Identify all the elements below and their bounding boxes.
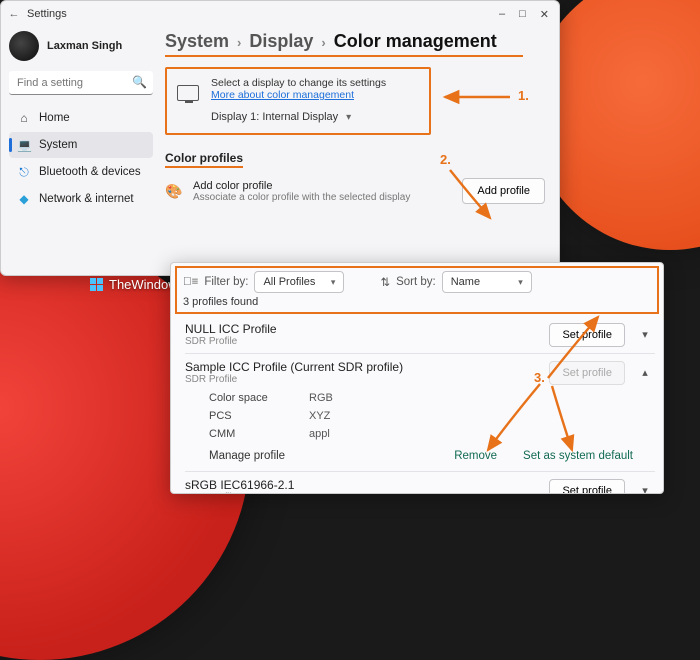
set-profile-button[interactable]: Set profile: [549, 479, 625, 495]
display-icon: [177, 85, 199, 101]
windows-logo-icon: [90, 278, 103, 291]
chevron-down-icon: ▾: [518, 277, 523, 288]
set-profile-button-disabled: Set profile: [549, 361, 625, 385]
detail-label: CMM: [209, 428, 309, 440]
search-icon: 🔍: [132, 75, 147, 89]
display-dropdown-value: Display 1: Internal Display: [211, 111, 338, 123]
profile-row: NULL ICC Profile SDR Profile Set profile…: [185, 316, 655, 354]
profile-sub: SDR Profile: [185, 492, 294, 494]
sort-dropdown[interactable]: Name ▾: [442, 271, 532, 293]
more-about-link[interactable]: More about color management: [211, 89, 386, 101]
profile-details: Color spaceRGB PCSXYZ CMMappl: [185, 385, 655, 445]
bluetooth-icon: ⎋: [17, 165, 31, 180]
chevron-right-icon: ›: [321, 35, 325, 50]
set-default-link[interactable]: Set as system default: [523, 450, 633, 462]
system-icon: 💻: [17, 138, 31, 152]
profiles-count: 3 profiles found: [183, 296, 651, 308]
sort-label: Sort by:: [396, 276, 436, 288]
sidebar-item-label: Bluetooth & devices: [39, 166, 141, 178]
add-profile-title: Add color profile: [193, 180, 410, 192]
profile-row: sRGB IEC61966-2.1 SDR Profile Set profil…: [185, 472, 655, 494]
sort-icon: ⇅: [380, 275, 390, 289]
display-dropdown[interactable]: Display 1: Internal Display ▾: [211, 111, 386, 123]
palette-icon: 🎨: [165, 183, 183, 200]
filter-dropdown[interactable]: All Profiles ▾: [254, 271, 344, 293]
filter-value: All Profiles: [263, 276, 315, 288]
profile-sub: SDR Profile: [185, 336, 277, 347]
detail-label: Color space: [209, 392, 309, 404]
chevron-down-icon[interactable]: ▾: [635, 328, 655, 341]
user-name: Laxman Singh: [47, 40, 122, 52]
display-selector-box: Select a display to change its settings …: [165, 67, 431, 135]
chevron-up-icon[interactable]: ▴: [635, 366, 655, 379]
sidebar-item-label: Network & internet: [39, 193, 134, 205]
breadcrumb-system[interactable]: System: [165, 31, 229, 52]
profile-name: Sample ICC Profile (Current SDR profile): [185, 360, 403, 374]
minimize-icon[interactable]: –: [499, 8, 505, 21]
filter-icon: ≡: [183, 276, 198, 288]
sidebar-item-bluetooth[interactable]: ⎋ Bluetooth & devices: [9, 159, 153, 185]
chevron-down-icon[interactable]: ▾: [635, 484, 655, 494]
main-panel: System › Display › Color management Sele…: [161, 27, 559, 275]
chevron-down-icon: ▾: [331, 277, 336, 288]
sidebar-item-home[interactable]: ⌂ Home: [9, 105, 153, 131]
wifi-icon: ◆: [17, 192, 31, 206]
display-selector-caption: Select a display to change its settings: [211, 77, 386, 89]
sidebar-item-label: System: [39, 139, 77, 151]
add-profile-row: 🎨 Add color profile Associate a color pr…: [165, 178, 545, 204]
add-profile-button[interactable]: Add profile: [462, 178, 545, 204]
breadcrumb: System › Display › Color management: [165, 31, 545, 52]
filter-bar: ≡ Filter by: All Profiles ▾ ⇅ Sort by: …: [175, 266, 659, 314]
chevron-down-icon: ▾: [346, 112, 351, 123]
manage-label: Manage profile: [209, 450, 285, 462]
settings-window: ← Settings – □ ✕ Laxman Singh 🔍 ⌂ Home: [0, 0, 560, 276]
titlebar: ← Settings – □ ✕: [1, 1, 559, 27]
filter-label: Filter by:: [204, 276, 248, 288]
home-icon: ⌂: [17, 111, 31, 125]
sidebar-item-label: Home: [39, 112, 70, 124]
detail-value: RGB: [309, 392, 333, 404]
window-title: Settings: [27, 8, 67, 20]
annotation-underline: [165, 55, 523, 57]
remove-link[interactable]: Remove: [454, 450, 497, 462]
detail-value: XYZ: [309, 410, 330, 422]
profile-name: sRGB IEC61966-2.1: [185, 478, 294, 492]
detail-value: appl: [309, 428, 330, 440]
sidebar-item-system[interactable]: 💻 System: [9, 132, 153, 158]
add-profile-subtitle: Associate a color profile with the selec…: [193, 192, 410, 203]
breadcrumb-current: Color management: [334, 31, 497, 52]
detail-label: PCS: [209, 410, 309, 422]
sidebar-item-network[interactable]: ◆ Network & internet: [9, 186, 153, 212]
section-color-profiles: Color profiles: [165, 151, 243, 168]
profile-sub: SDR Profile: [185, 374, 403, 385]
avatar: [9, 31, 39, 61]
set-profile-button[interactable]: Set profile: [549, 323, 625, 347]
sort-value: Name: [451, 276, 480, 288]
sidebar: Laxman Singh 🔍 ⌂ Home 💻 System ⎋ Bluetoo…: [1, 27, 161, 275]
user-block[interactable]: Laxman Singh: [9, 31, 153, 61]
manage-profile-row: Manage profile Remove Set as system defa…: [185, 445, 655, 465]
maximize-icon[interactable]: □: [519, 8, 526, 21]
chevron-right-icon: ›: [237, 35, 241, 50]
profiles-window: ≡ Filter by: All Profiles ▾ ⇅ Sort by: …: [170, 262, 664, 494]
back-icon[interactable]: ←: [7, 8, 21, 20]
close-icon[interactable]: ✕: [540, 8, 549, 21]
profile-name: NULL ICC Profile: [185, 322, 277, 336]
breadcrumb-display[interactable]: Display: [249, 31, 313, 52]
profile-row-expanded: Sample ICC Profile (Current SDR profile)…: [185, 354, 655, 472]
